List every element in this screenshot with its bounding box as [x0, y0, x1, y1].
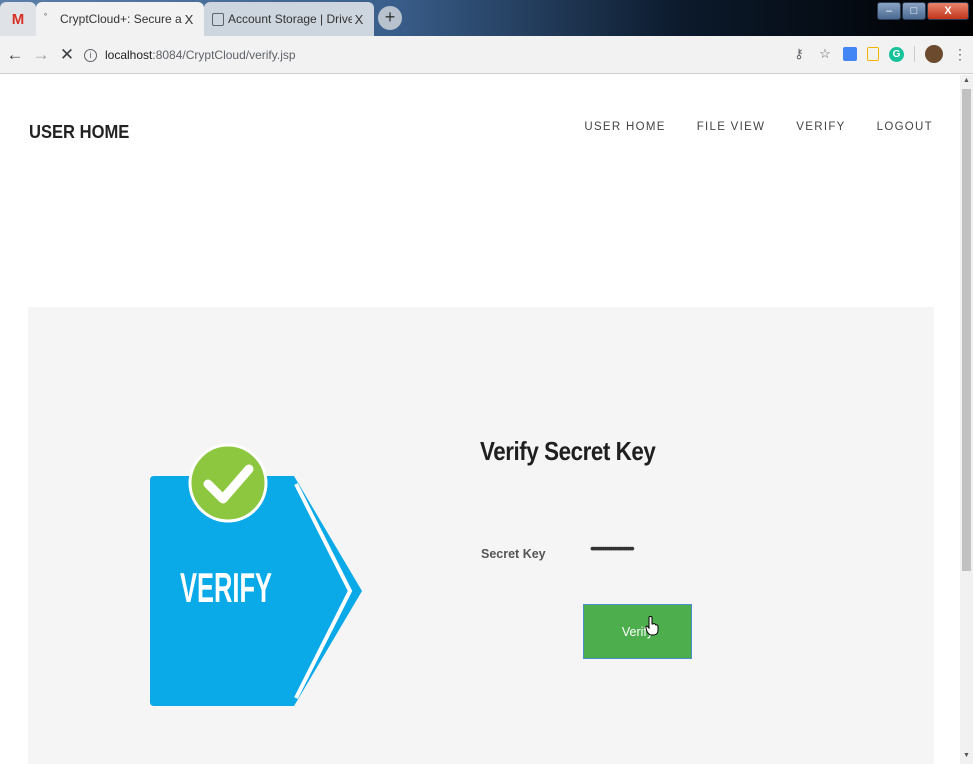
url-path: :8084/CryptCloud/verify.jsp — [152, 48, 296, 62]
key-icon[interactable]: ⚷ — [791, 46, 807, 62]
nav-user-home[interactable]: USER HOME — [584, 121, 665, 133]
menu-kebab-icon[interactable]: ⋮ — [953, 46, 967, 63]
nav-file-view[interactable]: FILE VIEW — [697, 121, 766, 133]
profile-avatar[interactable] — [925, 45, 943, 63]
scroll-thumb[interactable] — [962, 89, 971, 571]
google-translate-icon[interactable] — [843, 47, 857, 61]
page-scrollbar[interactable]: ▲ ▼ — [960, 75, 973, 764]
new-tab-button[interactable]: + — [378, 6, 402, 30]
verify-illustration: VERIFY — [150, 443, 362, 706]
forward-arrow-icon[interactable]: → — [30, 45, 52, 65]
verify-button[interactable]: Verify — [583, 604, 692, 659]
nav-verify[interactable]: VERIFY — [796, 121, 845, 133]
docs-extension-icon[interactable] — [867, 47, 879, 61]
toolbar-actions: ⚷ ☆ G ⋮ — [791, 45, 967, 63]
brand-title: USER HOME — [29, 122, 130, 142]
toolbar-divider — [914, 46, 915, 62]
address-bar[interactable]: i localhost:8084/CryptCloud/verify.jsp — [78, 41, 840, 69]
browser-toolbar: ← → ✕ i localhost:8084/CryptCloud/verify… — [0, 36, 973, 74]
tab-close-button[interactable]: X — [352, 12, 366, 27]
star-icon[interactable]: ☆ — [817, 46, 833, 62]
close-window-button[interactable]: X — [927, 2, 969, 20]
page-icon — [212, 12, 224, 26]
nav-logout[interactable]: LOGOUT — [877, 121, 933, 133]
stop-loading-icon[interactable]: ✕ — [56, 45, 78, 65]
check-circle-icon — [188, 443, 268, 523]
tab-drivehq[interactable]: Account Storage | DriveHQ X — [204, 2, 374, 36]
window-controls: – □ X — [877, 2, 969, 20]
url-host: localhost — [105, 48, 153, 62]
scroll-up-icon[interactable]: ▲ — [960, 77, 973, 87]
grammarly-icon[interactable]: G — [889, 46, 904, 62]
gmail-icon: M — [11, 10, 25, 28]
main-nav: USER HOME FILE VIEW VERIFY LOGOUT — [584, 121, 933, 133]
minimize-button[interactable]: – — [877, 2, 901, 20]
tab-close-button[interactable]: X — [182, 12, 196, 27]
hand-cursor-icon — [645, 616, 659, 636]
info-icon[interactable]: i — [84, 48, 97, 62]
tab-cryptcloud[interactable]: ˚ CryptCloud+: Secure and Expres: X — [36, 2, 204, 36]
maximize-button[interactable]: □ — [902, 2, 926, 20]
tab-title: Account Storage | DriveHQ — [228, 12, 352, 26]
browser-titlebar: M ˚ CryptCloud+: Secure and Expres: X Ac… — [0, 0, 973, 36]
scroll-down-icon[interactable]: ▼ — [960, 752, 973, 762]
secret-key-label: Secret Key — [481, 547, 546, 561]
verify-graphic-label: VERIFY — [180, 564, 272, 611]
loading-icon: ˚ — [44, 13, 48, 25]
form-title: Verify Secret Key — [480, 436, 656, 466]
back-arrow-icon[interactable]: ← — [4, 45, 26, 65]
tab-gmail[interactable]: M — [0, 2, 36, 36]
tab-title: CryptCloud+: Secure and Expres: — [60, 12, 182, 26]
secret-key-input[interactable] — [590, 537, 730, 559]
